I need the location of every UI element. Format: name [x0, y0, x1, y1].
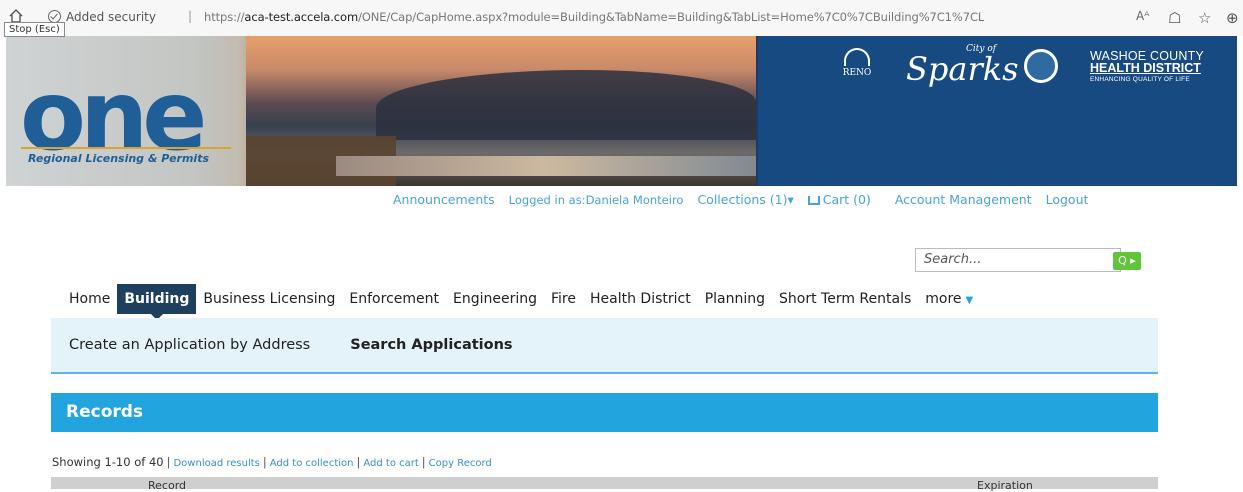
- url-host: aca-test.accela.com: [244, 10, 359, 24]
- search-applications-link[interactable]: Search Applications: [350, 337, 512, 353]
- showing-count: Showing 1-10 of 40: [52, 455, 164, 469]
- logout-link[interactable]: Logout: [1046, 192, 1089, 207]
- logo-underline: [21, 147, 231, 149]
- search-button[interactable]: Q ▸: [1113, 252, 1141, 270]
- one-logo[interactable]: one: [20, 68, 207, 164]
- chevron-down-icon: ▼: [965, 295, 974, 306]
- read-aloud-icon[interactable]: Aᴬ: [1136, 9, 1149, 23]
- url-field[interactable]: https://aca-test.accela.com/ONE/Cap/CapH…: [204, 10, 984, 24]
- nav-home[interactable]: Home: [62, 284, 117, 314]
- sparks-prefix: City of: [966, 44, 997, 54]
- browser-address-bar: Added security | https://aca-test.accela…: [0, 0, 1243, 36]
- cart-label: Cart (0): [822, 192, 871, 207]
- logo-tagline: Regional Licensing & Permits: [28, 152, 209, 165]
- washoe-line2: HEALTH DISTRICT: [1090, 61, 1201, 75]
- search-input[interactable]: Search...: [915, 248, 1121, 272]
- separator: |: [421, 455, 426, 469]
- top-links: Announcements Logged in as:Daniela Monte…: [393, 192, 1098, 207]
- announcements-link[interactable]: Announcements: [393, 192, 495, 207]
- nav-business-licensing[interactable]: Business Licensing: [196, 284, 342, 314]
- reno-arch-icon: [844, 48, 870, 66]
- separator: |: [356, 455, 361, 469]
- nav-more[interactable]: more ▼: [918, 284, 980, 314]
- add-to-collection-link[interactable]: Add to collection: [270, 458, 354, 469]
- add-to-cart-link[interactable]: Add to cart: [363, 458, 418, 469]
- sub-nav: Create an Application by Address Search …: [51, 318, 1158, 374]
- cart-icon: [807, 196, 820, 205]
- collections-link[interactable]: Collections (1)▾: [697, 192, 793, 207]
- cart-link[interactable]: Cart (0): [807, 192, 881, 207]
- sparks-logo: Sparks: [906, 50, 1019, 88]
- separator: |: [166, 455, 171, 469]
- tracking-icon[interactable]: ☖: [1168, 9, 1181, 27]
- separator: |: [262, 455, 267, 469]
- nav-engineering[interactable]: Engineering: [446, 284, 544, 314]
- records-toolbar: Showing 1-10 of 40 | Download results | Add …: [52, 455, 492, 469]
- nav-enforcement[interactable]: Enforcement: [342, 284, 446, 314]
- stop-tooltip: Stop (Esc): [4, 22, 65, 37]
- favorites-star-icon[interactable]: ☆: [1198, 9, 1211, 27]
- sparks-label: Sparks: [906, 50, 1019, 88]
- nav-short-term-rentals[interactable]: Short Term Rentals: [772, 284, 918, 314]
- search-icon: Q ▸: [1118, 254, 1136, 267]
- column-record[interactable]: Record: [148, 479, 186, 492]
- nav-planning[interactable]: Planning: [698, 284, 772, 314]
- records-table-header: Record Expiration: [51, 477, 1158, 492]
- health-district-seal-icon: [1024, 49, 1058, 83]
- security-label[interactable]: Added security: [66, 10, 156, 24]
- nav-building[interactable]: Building: [117, 284, 197, 320]
- extensions-icon[interactable]: ⊕: [1226, 9, 1239, 27]
- reno-logo: RENO: [842, 48, 872, 78]
- separator: |: [188, 9, 193, 23]
- create-application-link[interactable]: Create an Application by Address: [69, 337, 310, 353]
- site-banner: one Regional Licensing & Permits RENO Sp…: [6, 36, 1237, 186]
- banner-water: [336, 156, 756, 176]
- url-path: /ONE/Cap/CapHome.aspx?module=Building&Ta…: [358, 10, 984, 24]
- logged-in-label: Logged in as:Daniela Monteiro: [508, 193, 684, 207]
- column-expiration[interactable]: Expiration: [977, 479, 1033, 492]
- download-results-link[interactable]: Download results: [173, 458, 259, 469]
- washoe-logo: WASHOE COUNTY HEALTH DISTRICT ENHANCING …: [1090, 50, 1204, 86]
- nav-fire[interactable]: Fire: [544, 284, 583, 314]
- nav-more-label: more: [925, 291, 962, 307]
- copy-record-link[interactable]: Copy Record: [429, 458, 492, 469]
- main-nav: Home Building Business Licensing Enforce…: [62, 282, 980, 320]
- reno-label: RENO: [842, 68, 872, 78]
- url-prefix: https://: [204, 10, 245, 24]
- washoe-line3: ENHANCING QUALITY OF LIFE: [1090, 76, 1190, 83]
- nav-health-district[interactable]: Health District: [583, 284, 698, 314]
- account-management-link[interactable]: Account Management: [895, 192, 1032, 207]
- records-header: Records: [51, 393, 1158, 432]
